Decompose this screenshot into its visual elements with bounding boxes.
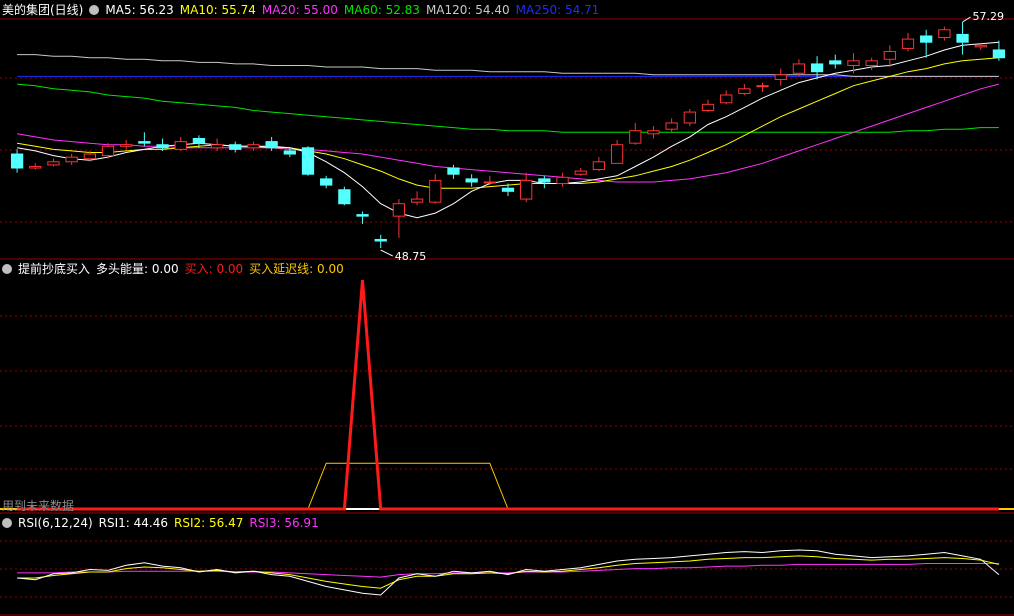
- candle-body: [229, 144, 242, 150]
- high-price-label: 57.29: [973, 10, 1005, 23]
- candle-body: [465, 178, 478, 183]
- candle-body: [683, 111, 696, 124]
- low-marker: [380, 249, 393, 257]
- candle-body: [410, 198, 424, 203]
- candle-body: [829, 60, 842, 65]
- low-price-label: 48.75: [395, 250, 427, 263]
- candle-body: [192, 137, 206, 144]
- candle-body: [738, 88, 751, 94]
- candle-body: [665, 122, 678, 130]
- candle-body: [538, 178, 551, 183]
- candle-body: [920, 35, 933, 43]
- candle-body: [265, 141, 278, 149]
- candle-body: [592, 161, 606, 171]
- ma60-value: MA60: 52.83: [343, 3, 420, 17]
- candle-body: [756, 85, 769, 88]
- candle-body: [120, 144, 133, 147]
- ma250-value: MA250: 54.71: [515, 3, 600, 17]
- candle-body: [356, 214, 369, 217]
- future-data-note: 用到未来数据: [2, 499, 75, 513]
- panel-menu-icon[interactable]: [2, 518, 12, 528]
- candle-body: [629, 130, 642, 144]
- rsi-panel-header: RSI(6,12,24) RSI1: 44.46 RSI2: 56.47 RSI3: …: [2, 515, 325, 531]
- candle-body: [847, 60, 860, 66]
- signal-title: 提前抄底买入: [18, 262, 91, 276]
- buy-value: 买入: 0.00: [184, 262, 244, 276]
- rsi1-value: RSI1: 44.46: [98, 516, 169, 530]
- candle-body: [210, 144, 224, 149]
- buy-signal-line: [17, 279, 999, 511]
- ma20-value: MA20: 55.00: [261, 3, 338, 17]
- candle-body: [10, 153, 24, 169]
- candle-body: [974, 44, 987, 48]
- candle-body: [810, 63, 824, 73]
- panel-menu-icon[interactable]: [2, 264, 12, 274]
- rsi3-value: RSI3: 56.91: [249, 516, 319, 530]
- ma120-value: MA120: 54.40: [425, 3, 510, 17]
- candle-body: [447, 167, 460, 175]
- price-layer: [10, 16, 1006, 257]
- candle-body: [883, 51, 896, 60]
- candle-body: [938, 29, 951, 39]
- candle-body: [556, 176, 569, 185]
- candle-body: [901, 38, 915, 49]
- candle-body: [174, 141, 187, 150]
- candle-body: [320, 178, 333, 186]
- candle-body: [29, 165, 42, 169]
- candle-body: [520, 179, 533, 200]
- candle-body: [792, 63, 806, 74]
- ma60-line: [17, 83, 999, 133]
- candle-body: [65, 156, 78, 163]
- candle-body: [392, 203, 406, 217]
- candle-body: [774, 74, 787, 80]
- rsi2-line: [17, 555, 1000, 589]
- delay-value: 买入延迟线: 0.00: [249, 262, 344, 276]
- panel-menu-icon[interactable]: [89, 5, 100, 15]
- candle-body: [956, 33, 969, 43]
- candle-body: [992, 49, 1006, 59]
- candle-body: [283, 150, 296, 155]
- candle-body: [483, 181, 496, 184]
- ma20-line: [17, 83, 1000, 183]
- chart-stage: 57.29 48.75 美的集团(日线) MA5: 56.23 MA10: 55.7…: [0, 0, 1014, 616]
- candle-body: [720, 94, 733, 104]
- rsi-layer: [17, 549, 1000, 596]
- candle-body: [138, 141, 151, 144]
- candle-body: [701, 103, 715, 112]
- candle-body: [501, 187, 515, 192]
- signal-panel-header: 提前抄底买入 多头能量: 0.00 买入: 0.00 买入延迟线: 0.00: [2, 261, 350, 277]
- candle-body: [338, 189, 351, 205]
- candle-body: [247, 144, 260, 149]
- energy-value: 多头能量: 0.00: [96, 262, 179, 276]
- candle-body: [301, 147, 315, 175]
- candle-body: [574, 170, 587, 175]
- candle-body: [47, 161, 60, 166]
- delay-line: [17, 462, 999, 510]
- candle-body: [156, 144, 169, 149]
- candle-body: [647, 130, 660, 135]
- candle-body: [865, 60, 878, 66]
- candle-body: [610, 144, 624, 164]
- candle-body: [83, 153, 96, 160]
- rsi-title: RSI(6,12,24): [18, 516, 93, 530]
- candle-body: [429, 179, 442, 203]
- candle-body: [374, 238, 387, 242]
- ma5-value: MA5: 56.23: [105, 3, 174, 17]
- stock-title: 美的集团(日线): [2, 3, 84, 17]
- rsi2-value: RSI2: 56.47: [174, 516, 244, 530]
- ma10-line: [17, 57, 999, 189]
- signal-layer: [0, 279, 1014, 511]
- ma10-value: MA10: 55.74: [179, 3, 256, 17]
- candle-body: [101, 145, 115, 157]
- price-panel-header: 美的集团(日线) MA5: 56.23 MA10: 55.74 MA20: 55.00…: [2, 2, 605, 18]
